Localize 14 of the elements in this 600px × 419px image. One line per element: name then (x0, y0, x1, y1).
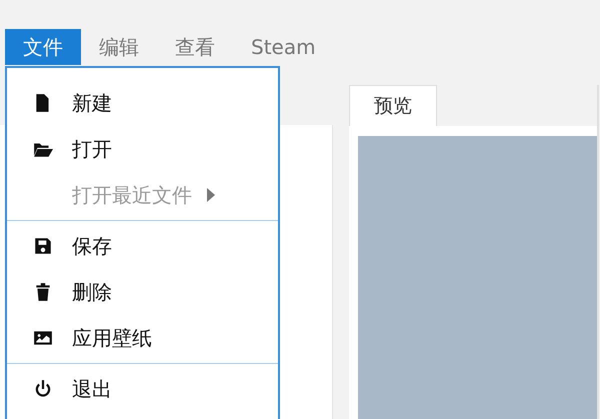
menu-bar-item[interactable]: Steam (233, 29, 334, 65)
menu-item[interactable]: 保存 (7, 223, 278, 269)
menu-item[interactable]: 新建 (7, 80, 278, 126)
tab[interactable]: 预览 (349, 85, 437, 126)
menu-item[interactable]: 删除 (7, 269, 278, 315)
menu-item[interactable]: 退出 (7, 366, 278, 412)
menu-item[interactable]: 打开 (7, 126, 278, 172)
save-icon (33, 236, 53, 256)
power-icon (33, 379, 53, 399)
submenu-arrow-icon (206, 187, 216, 203)
menu-bar-item[interactable]: 文件 (5, 29, 81, 65)
menu-bar-item[interactable]: 查看 (157, 29, 233, 65)
menu-item[interactable]: 应用壁纸 (7, 315, 278, 361)
menu-bar-item[interactable]: 编辑 (81, 29, 157, 65)
